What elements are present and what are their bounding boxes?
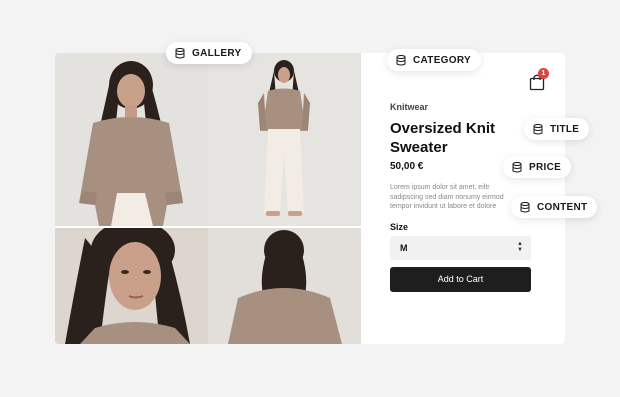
- size-select[interactable]: M ▲ ▼: [390, 236, 531, 260]
- product-category: Knitwear: [390, 102, 429, 112]
- size-label: Size: [390, 222, 409, 232]
- gallery-annotation-tag: GALLERY: [166, 42, 252, 64]
- cart-count-badge: 1: [538, 68, 549, 79]
- price-annotation-tag: PRICE: [503, 156, 572, 178]
- product-description: Lorem ipsum dolor sit amet, eiltr sadips…: [390, 184, 504, 210]
- category-annotation-tag: CATEGORY: [387, 49, 481, 71]
- gallery-image-full-body[interactable]: [208, 53, 361, 226]
- up-down-chevron-icon: ▲ ▼: [517, 241, 523, 253]
- database-icon: [175, 47, 185, 58]
- price-annotation-label: PRICE: [529, 161, 562, 173]
- title-annotation-tag: TITLE: [524, 118, 590, 140]
- database-icon: [396, 54, 406, 65]
- size-select-value: M: [400, 243, 408, 253]
- add-to-cart-button[interactable]: Add to Cart: [390, 267, 531, 292]
- model-back-illustration: [208, 228, 361, 344]
- database-icon: [512, 161, 522, 172]
- product-gallery: [55, 53, 361, 344]
- gallery-image-front[interactable]: [55, 53, 208, 226]
- product-card: 1 Knitwear Oversized Knit Sweater 50,00 …: [55, 53, 565, 344]
- model-front-illustration: [55, 53, 208, 226]
- product-title: Oversized Knit Sweater: [390, 120, 496, 156]
- title-annotation-label: TITLE: [550, 123, 580, 135]
- content-annotation-label: CONTENT: [537, 201, 588, 213]
- gallery-annotation-label: GALLERY: [192, 47, 242, 59]
- product-price: 50,00 €: [390, 161, 424, 172]
- category-annotation-label: CATEGORY: [413, 54, 471, 66]
- model-portrait-illustration: [55, 228, 208, 344]
- content-annotation-tag: CONTENT: [511, 196, 598, 218]
- database-icon: [520, 201, 530, 212]
- gallery-image-back[interactable]: [208, 228, 361, 344]
- gallery-image-portrait[interactable]: [55, 228, 208, 344]
- database-icon: [533, 123, 543, 134]
- model-full-body-illustration: [208, 53, 361, 226]
